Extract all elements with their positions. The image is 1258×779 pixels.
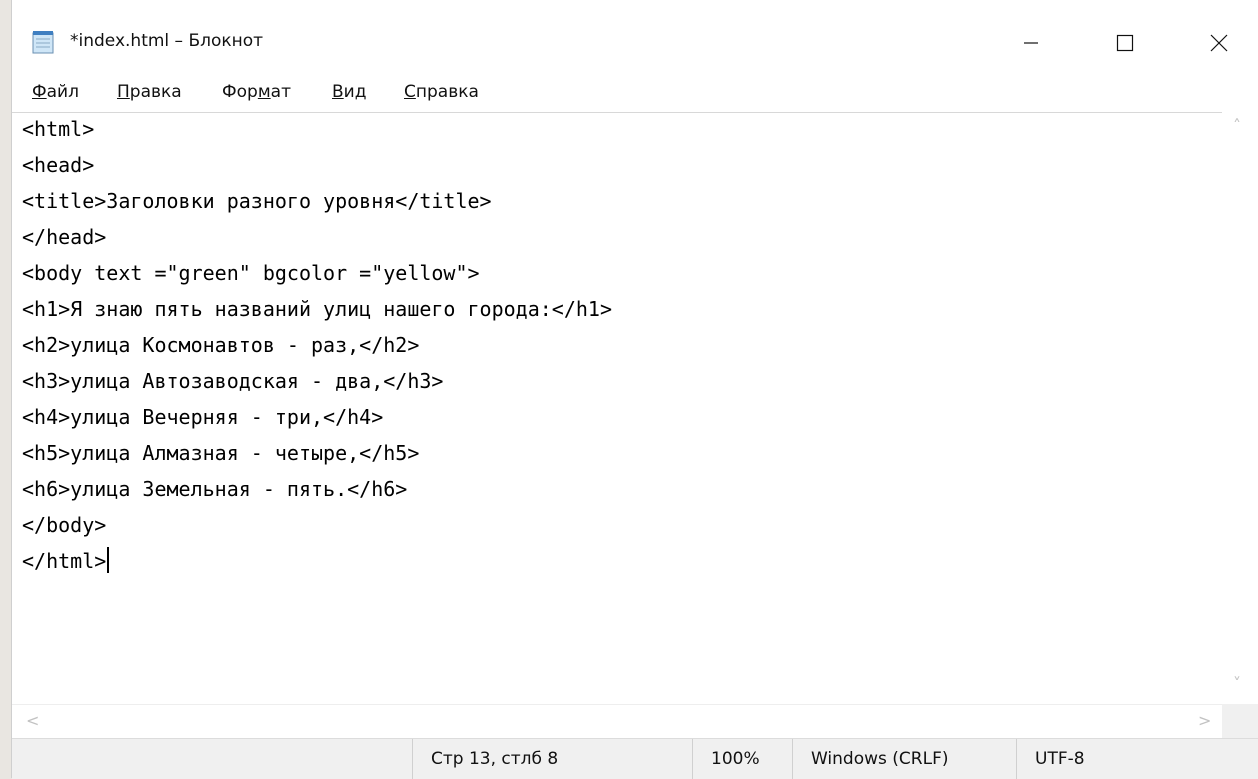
code-line: <html> bbox=[22, 117, 95, 141]
notepad-window: *index.html – Блокнот Файл Правка Формат… bbox=[12, 0, 1258, 779]
menu-file[interactable]: Файл bbox=[32, 82, 79, 102]
code-line: <body text ="green" bgcolor ="yellow"> bbox=[22, 261, 480, 285]
scroll-down-icon[interactable]: ˅ bbox=[1233, 674, 1241, 693]
menu-file-label: айл bbox=[46, 82, 79, 102]
status-encoding: UTF-8 bbox=[1016, 739, 1258, 779]
window-title: *index.html – Блокнот bbox=[70, 31, 264, 51]
code-line: <h6>улица Земельная - пять.</h6> bbox=[22, 477, 408, 501]
menu-format-label-pre: Фор bbox=[222, 82, 258, 102]
code-line: <title>Заголовки разного уровня</title> bbox=[22, 189, 492, 213]
menu-help-accesskey: С bbox=[404, 82, 416, 102]
status-cursor-position: Стр 13, стлб 8 bbox=[412, 739, 692, 779]
code-line: <h4>улица Вечерняя - три,</h4> bbox=[22, 405, 384, 429]
menu-format[interactable]: Формат bbox=[222, 82, 291, 102]
code-line-last: </html> bbox=[22, 545, 110, 577]
code-line: </head> bbox=[22, 225, 107, 249]
scrollbar-corner bbox=[1222, 704, 1258, 738]
menu-view-accesskey: В bbox=[332, 82, 344, 102]
code-line: <head> bbox=[22, 153, 95, 177]
status-bar: Стр 13, стлб 8 100% Windows (CRLF) UTF-8 bbox=[12, 738, 1258, 779]
code-line: <h1>Я знаю пять названий улиц нашего гор… bbox=[22, 297, 613, 321]
minimize-icon bbox=[1024, 42, 1038, 44]
code-line: <h5>улица Алмазная - четыре,</h5> bbox=[22, 441, 420, 465]
status-zoom: 100% bbox=[692, 739, 792, 779]
maximize-icon bbox=[1116, 34, 1134, 52]
close-icon bbox=[1210, 34, 1228, 52]
code-line: <h3>улица Автозаводская - два,</h3> bbox=[22, 369, 444, 393]
minimize-button[interactable] bbox=[996, 20, 1066, 66]
title-bar[interactable]: *index.html – Блокнот bbox=[12, 0, 1258, 78]
scroll-left-icon[interactable]: < bbox=[26, 711, 39, 730]
code-line-text: </html> bbox=[22, 549, 107, 573]
close-button[interactable] bbox=[1184, 20, 1254, 66]
horizontal-scrollbar[interactable]: < > bbox=[12, 704, 1222, 739]
menu-view-label: ид bbox=[343, 82, 367, 102]
menu-file-accesskey: Ф bbox=[32, 82, 47, 102]
vertical-scrollbar[interactable]: ˄ ˅ bbox=[1222, 112, 1258, 704]
scroll-right-icon[interactable]: > bbox=[1198, 711, 1211, 730]
scroll-up-icon[interactable]: ˄ bbox=[1233, 116, 1241, 135]
menu-view[interactable]: Вид bbox=[332, 82, 366, 102]
menu-bar: Файл Правка Формат Вид Справка bbox=[12, 78, 1258, 110]
menu-edit-accesskey: П bbox=[117, 82, 130, 102]
menu-edit-label: равка bbox=[129, 82, 182, 102]
menu-help[interactable]: Справка bbox=[404, 82, 479, 102]
maximize-button[interactable] bbox=[1090, 20, 1160, 66]
text-editor[interactable]: <html> <head> <title>Заголовки разного у… bbox=[12, 112, 1222, 705]
notepad-icon bbox=[32, 31, 54, 54]
text-caret bbox=[107, 547, 110, 573]
menu-format-label: ат bbox=[270, 82, 291, 102]
code-line: </body> bbox=[22, 513, 107, 537]
menu-format-accesskey: м bbox=[257, 82, 271, 102]
status-line-ending: Windows (CRLF) bbox=[792, 739, 1016, 779]
menu-edit[interactable]: Правка bbox=[117, 82, 182, 102]
menu-help-label: правка bbox=[415, 82, 479, 102]
code-line: <h2>улица Космонавтов - раз,</h2> bbox=[22, 333, 420, 357]
